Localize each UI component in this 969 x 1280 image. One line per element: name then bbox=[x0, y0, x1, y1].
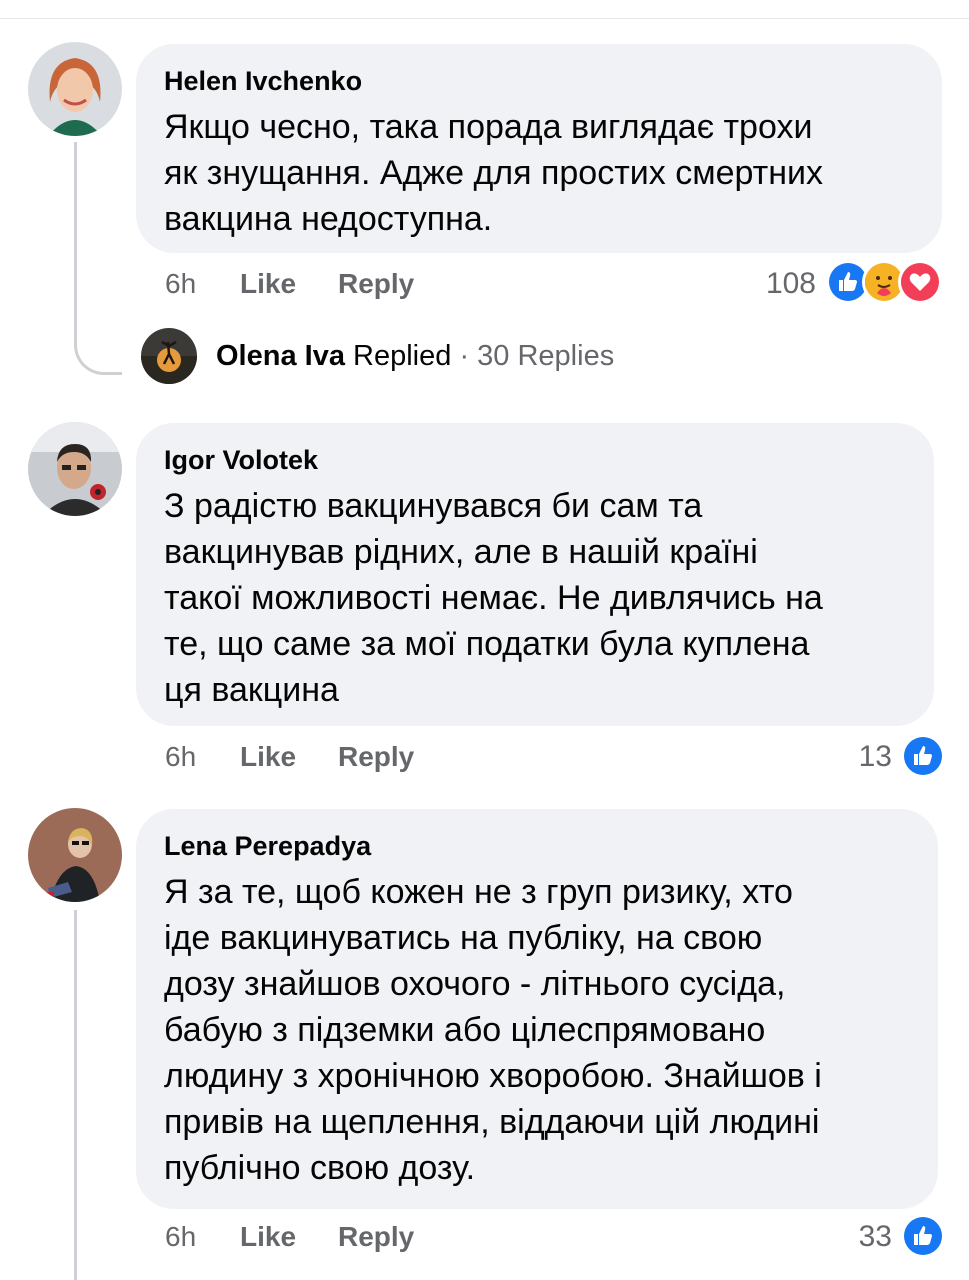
avatar-igor-volotek[interactable] bbox=[28, 422, 122, 516]
comment-actions: 6h Like Reply bbox=[165, 737, 565, 777]
comment-line: як знущання. Адже для простих смертних bbox=[164, 154, 824, 192]
comment-line: публічно свою дозу. bbox=[164, 1149, 476, 1187]
thread-connector-line bbox=[74, 142, 77, 332]
comment-author[interactable]: Helen Ivchenko bbox=[164, 64, 914, 98]
comment-line: Якщо чесно, така порада виглядає трохи bbox=[164, 108, 813, 146]
comment-line: людину з хронічною хворобою. Знайшов і bbox=[164, 1057, 822, 1095]
comment-author[interactable]: Igor Volotek bbox=[164, 443, 906, 477]
reply-button[interactable]: Reply bbox=[338, 737, 414, 777]
reaction-count[interactable]: 33 bbox=[830, 1217, 892, 1257]
reply-summary-name[interactable]: Olena Iva bbox=[216, 340, 345, 372]
comment-text: Я за те, щоб кожен не з груп ризику, хто… bbox=[164, 869, 910, 1191]
thread-connector-line bbox=[74, 910, 77, 1280]
reaction-count[interactable]: 13 bbox=[830, 737, 892, 777]
love-reaction-icon bbox=[898, 260, 942, 304]
comment-line: вакцина недоступна. bbox=[164, 200, 493, 238]
like-button[interactable]: Like bbox=[240, 264, 296, 304]
avatar-olena-iva[interactable] bbox=[141, 328, 197, 384]
comment-line: Я за те, щоб кожен не з груп ризику, хто bbox=[164, 873, 793, 911]
comment-bubble: Lena Perepadya Я за те, щоб кожен не з г… bbox=[136, 809, 938, 1209]
reply-summary-action: Replied bbox=[353, 340, 452, 372]
comment-author[interactable]: Lena Perepadya bbox=[164, 829, 910, 863]
like-reaction-icon bbox=[901, 1214, 945, 1258]
avatar-lena-perepadya[interactable] bbox=[28, 808, 122, 902]
comment-time[interactable]: 6h bbox=[165, 737, 196, 777]
comment-bubble: Helen Ivchenko Якщо чесно, така порада в… bbox=[136, 44, 942, 253]
comment-line: привів на щеплення, віддаючи цій людині bbox=[164, 1103, 820, 1141]
comment-time[interactable]: 6h bbox=[165, 264, 196, 304]
comment-line: З радістю вакцинувався би сам та bbox=[164, 487, 703, 525]
comment-bubble: Igor Volotek З радістю вакцинувався би с… bbox=[136, 423, 934, 726]
thread-connector-curve bbox=[74, 320, 122, 375]
comment-line: те, що саме за мої податки була куплена bbox=[164, 625, 810, 663]
comment-text: З радістю вакцинувався би сам та вакцину… bbox=[164, 483, 906, 713]
like-reaction-icon bbox=[901, 734, 945, 778]
comment-line: вакцинував рідних, але в нашій країні bbox=[164, 533, 758, 571]
reply-summary[interactable]: Olena Iva Replied · 30 Replies bbox=[216, 336, 614, 376]
comment-line: ця вакцина bbox=[164, 671, 339, 709]
like-button[interactable]: Like bbox=[240, 737, 296, 777]
comment-actions: 6h Like Reply bbox=[165, 264, 565, 304]
reply-summary-separator: · bbox=[459, 340, 470, 372]
comment-line: дозу знайшов охочого - літнього сусіда, bbox=[164, 965, 786, 1003]
reply-summary-count[interactable]: 30 Replies bbox=[477, 340, 614, 372]
comment-line: такої можливості немає. Не дивлячись на bbox=[164, 579, 823, 617]
reply-button[interactable]: Reply bbox=[338, 264, 414, 304]
comment-text: Якщо чесно, така порада виглядає трохи я… bbox=[164, 104, 914, 242]
top-divider bbox=[0, 18, 969, 19]
reaction-count[interactable]: 108 bbox=[740, 264, 816, 304]
comment-line: іде вакцинуватись на публіку, на свою bbox=[164, 919, 763, 957]
comment-line: бабую з підземки або цілеспрямовано bbox=[164, 1011, 766, 1049]
comment-actions: 6h Like Reply bbox=[165, 1217, 565, 1257]
like-button[interactable]: Like bbox=[240, 1217, 296, 1257]
reply-button[interactable]: Reply bbox=[338, 1217, 414, 1257]
comment-time[interactable]: 6h bbox=[165, 1217, 196, 1257]
avatar-helen-ivchenko[interactable] bbox=[28, 42, 122, 136]
